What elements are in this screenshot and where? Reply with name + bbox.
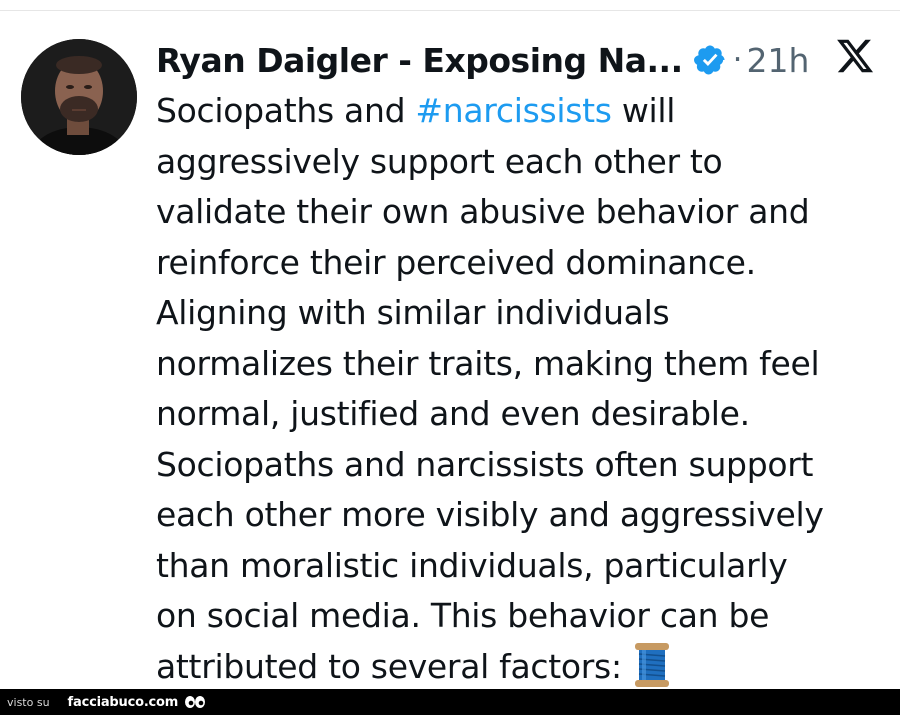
- tweet-header: Ryan Daigler - Exposing Na... · 21h: [156, 36, 809, 84]
- tweet-text-segment: Sociopaths and: [156, 91, 416, 130]
- footer-brand[interactable]: facciabuco.com: [68, 695, 179, 710]
- tweet-line: Sociopaths and #narcissists will: [156, 86, 896, 137]
- tweet-text-segment: will: [611, 91, 676, 130]
- tweet-text-segment: attributed to several factors:: [156, 646, 622, 686]
- separator-dot: ·: [732, 42, 743, 78]
- x-logo-icon[interactable]: [835, 36, 875, 76]
- watermark-footer: visto su facciabuco.com: [0, 689, 900, 715]
- hashtag-link[interactable]: #narcissists: [415, 91, 612, 130]
- tweet-line: than moralistic individuals, particularl…: [156, 545, 788, 585]
- top-divider: [0, 10, 900, 11]
- tweet-line: normal, justified and even desirable.: [156, 394, 750, 433]
- tweet-line: validate their own abusive behavior and: [156, 192, 810, 231]
- author-name[interactable]: Ryan Daigler - Exposing Na...: [156, 41, 683, 80]
- tweet-line: normalizes their traits, making them fee…: [156, 343, 820, 383]
- tweet-line: each other more visibly and aggressively: [156, 495, 824, 534]
- timestamp[interactable]: 21h: [746, 41, 809, 80]
- tweet-line: reinforce their perceived dominance.: [156, 242, 756, 282]
- tweet-line: Sociopaths and narcissists often support: [156, 444, 814, 484]
- tweet-line: aggressively support each other to: [156, 141, 723, 181]
- verified-badge-icon: [693, 43, 727, 77]
- tweet-line-last: attributed to several factors:: [156, 642, 896, 693]
- avatar[interactable]: [21, 39, 137, 155]
- tweet-text: Sociopaths and #narcissists will aggress…: [156, 86, 896, 692]
- spool-of-thread-icon: [632, 642, 672, 688]
- tweet-line: Aligning with similar individuals: [156, 293, 670, 332]
- footer-visto-label: visto su: [7, 695, 50, 709]
- eyes-icon: [184, 695, 206, 709]
- tweet-line: on social media. This behavior can be: [156, 596, 770, 635]
